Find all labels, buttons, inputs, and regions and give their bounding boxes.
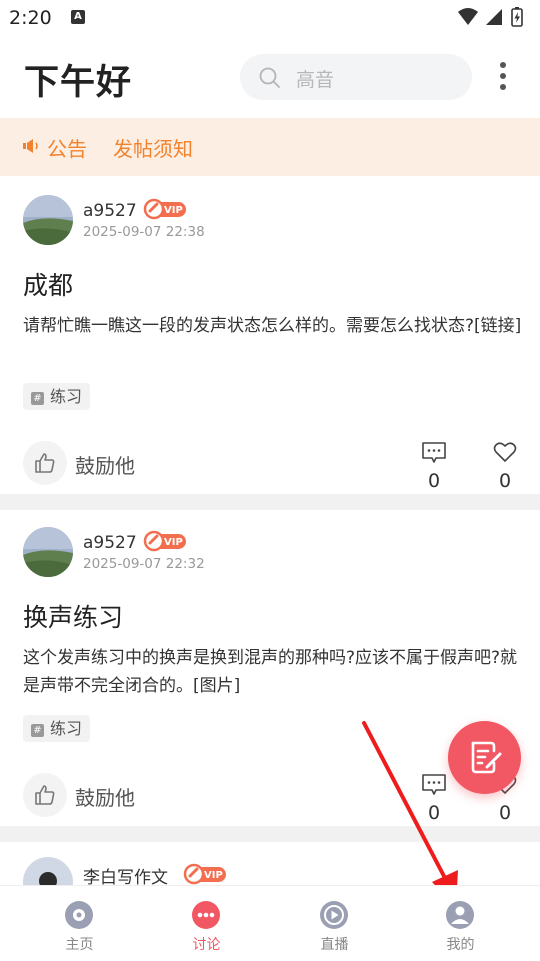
- topic-tag[interactable]: # 练习: [23, 715, 91, 742]
- username[interactable]: a9527: [83, 533, 137, 553]
- nav-label: 讨论: [192, 937, 221, 953]
- announcement-link[interactable]: 公告: [47, 133, 87, 162]
- post-title: 成都: [23, 271, 74, 300]
- post-card[interactable]: 李白写作文 VIP: [0, 842, 540, 885]
- post-card[interactable]: a9527 VIP 2025-09-07 22:38 成都 请帮忙瞧一瞧这一段的…: [0, 176, 540, 494]
- username[interactable]: a9527: [83, 201, 137, 221]
- vip-label: VIP: [164, 537, 183, 548]
- hash-icon: #: [31, 392, 44, 405]
- comment-count: 0: [427, 802, 441, 824]
- thumbs-up-button[interactable]: [23, 773, 67, 817]
- nav-label: 直播: [320, 937, 349, 953]
- status-bar: 2:20 A: [0, 0, 540, 36]
- notification-a-icon: A: [71, 10, 85, 24]
- comment-count: 0: [427, 470, 441, 492]
- nav-label: 主页: [65, 937, 94, 953]
- thumbs-up-button[interactable]: [23, 441, 67, 485]
- bottom-nav: 主页 讨论 直播 我的: [0, 885, 540, 961]
- edit-icon: [471, 741, 502, 774]
- divider: [0, 826, 540, 842]
- topic-tag[interactable]: # 练习: [23, 383, 91, 410]
- search-bar[interactable]: 高音: [240, 54, 472, 100]
- tag-label: 练习: [50, 387, 83, 406]
- vip-label: VIP: [164, 205, 183, 216]
- chat-dots-icon: [192, 901, 220, 929]
- nav-live[interactable]: 直播: [267, 886, 402, 961]
- username[interactable]: 李白写作文: [83, 863, 168, 885]
- compose-post-button[interactable]: [448, 721, 521, 794]
- post-title: 换声练习: [23, 603, 124, 632]
- play-circle-icon: [320, 901, 348, 929]
- greeting-title: 下午好: [24, 63, 133, 103]
- nav-profile[interactable]: 我的: [393, 886, 528, 961]
- wifi-icon: [458, 8, 478, 25]
- nav-discussion[interactable]: 讨论: [139, 886, 274, 961]
- search-placeholder: 高音: [296, 69, 335, 91]
- post-body: 这个发声练习中的换声是换到混声的那种吗?应该不属于假声吧?就是声带不完全闭合的。…: [23, 648, 518, 696]
- avatar[interactable]: [23, 857, 73, 885]
- signal-icon: [486, 9, 502, 25]
- home-disc-icon: [65, 901, 93, 929]
- encourage-label[interactable]: 鼓励他: [75, 450, 135, 479]
- posting-rules-link[interactable]: 发帖须知: [113, 133, 193, 162]
- heart-icon[interactable]: [493, 441, 517, 463]
- avatar[interactable]: [23, 195, 73, 245]
- divider: [0, 494, 540, 510]
- avatar[interactable]: [23, 527, 73, 577]
- tag-label: 练习: [50, 719, 83, 738]
- post-time: 2025-09-07 22:32: [83, 556, 205, 572]
- vip-label: VIP: [204, 870, 223, 881]
- like-count: 0: [498, 802, 512, 824]
- thumbs-up-icon: [35, 453, 55, 473]
- thumbs-up-icon: [35, 785, 55, 805]
- profile-icon: [446, 901, 474, 929]
- comment-icon[interactable]: [421, 441, 447, 465]
- post-body: 请帮忙瞧一瞧这一段的发声状态怎么样的。需要怎么找状态?[链接]: [23, 316, 522, 336]
- hash-icon: #: [31, 724, 44, 737]
- encourage-label[interactable]: 鼓励他: [75, 782, 135, 811]
- post-time: 2025-09-07 22:38: [83, 224, 205, 240]
- speaker-icon: [23, 139, 38, 153]
- status-time: 2:20: [9, 7, 52, 29]
- battery-icon: [511, 7, 523, 27]
- comment-icon[interactable]: [421, 773, 447, 797]
- like-count: 0: [498, 470, 512, 492]
- nav-home[interactable]: 主页: [12, 886, 147, 961]
- notice-bar: 公告 发帖须知: [0, 118, 540, 176]
- search-icon: [259, 67, 280, 88]
- more-menu-icon[interactable]: [496, 62, 510, 94]
- status-icons: [458, 7, 523, 27]
- nav-label: 我的: [446, 937, 475, 953]
